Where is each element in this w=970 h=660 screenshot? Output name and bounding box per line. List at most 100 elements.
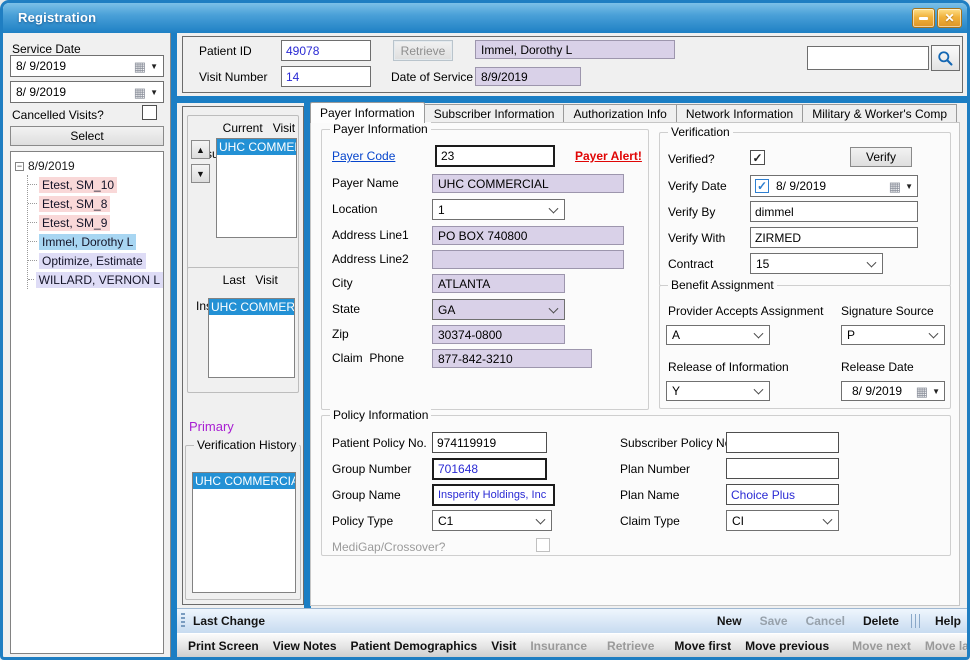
new-button[interactable]: New	[717, 614, 742, 628]
provider-accepts-assignment-select[interactable]: A	[666, 325, 770, 345]
cancel-button[interactable]: Cancel	[806, 614, 845, 628]
service-date-to-picker[interactable]: 8/ 9/2019 ▦▼	[10, 81, 164, 103]
close-button[interactable]: ✕	[937, 8, 962, 28]
tree-item[interactable]: Etest, SM_9	[39, 215, 110, 231]
verify-with-input[interactable]	[750, 227, 918, 248]
release-of-information-select[interactable]: Y	[666, 381, 770, 401]
chevron-down-icon	[929, 329, 939, 339]
verify-date-picker[interactable]: ✓ 8/ 9/2019 ▦▼	[750, 175, 918, 197]
retrieve-toolbar-button[interactable]: Retrieve	[607, 639, 654, 653]
current-insurance-item[interactable]: UHC COMMERCIAL	[217, 139, 296, 155]
tree-item[interactable]: Etest, SM_10	[39, 177, 117, 193]
benefit-assignment-group: Benefit Assignment Provider Accepts Assi…	[659, 285, 951, 409]
tree-root-row[interactable]: − 8/9/2019	[15, 157, 163, 175]
release-date-label: Release Date	[841, 360, 914, 374]
contract-select[interactable]: 15	[750, 253, 883, 274]
group-name-label: Group Name	[332, 488, 401, 502]
horizontal-divider	[177, 96, 967, 103]
retrieve-button[interactable]: Retrieve	[393, 40, 453, 61]
collapse-icon[interactable]: −	[15, 162, 24, 171]
last-change-button[interactable]: Last Change	[193, 614, 265, 628]
tree-row: Immel, Dorothy L	[28, 232, 163, 251]
move-insurance-down-button[interactable]: ▼	[191, 164, 210, 183]
signature-source-label: Signature Source	[841, 304, 934, 318]
verification-history-listbox[interactable]: UHC COMMERCIAL	[192, 472, 296, 593]
insurance-column: Current Visit Insurance ▲ ▼ UHC COMMERCI…	[182, 106, 304, 605]
zip-label: Zip	[332, 327, 349, 341]
release-date-picker[interactable]: 8/ 9/2019 ▦▼	[841, 381, 945, 401]
medigap-crossover-label: MediGap/Crossover?	[332, 540, 445, 554]
current-insurance-listbox[interactable]: UHC COMMERCIAL	[216, 138, 297, 238]
patient-demographics-button[interactable]: Patient Demographics	[351, 639, 478, 653]
last-insurance-item[interactable]: UHC COMMERCIAL	[209, 299, 294, 315]
move-first-button[interactable]: Move first	[674, 639, 731, 653]
move-insurance-up-button[interactable]: ▲	[191, 140, 210, 159]
save-button[interactable]: Save	[760, 614, 788, 628]
tab-network-information[interactable]: Network Information	[676, 104, 803, 123]
policy-type-label: Policy Type	[332, 514, 393, 528]
claim-type-select[interactable]: CI	[726, 510, 839, 531]
plan-number-input[interactable]	[726, 458, 839, 479]
last-insurance-listbox[interactable]: UHC COMMERCIAL	[208, 298, 295, 378]
tab-payer-information[interactable]: Payer Information	[310, 102, 425, 123]
patient-id-input[interactable]	[281, 40, 371, 61]
state-select[interactable]: GA	[432, 299, 565, 320]
policy-type-select[interactable]: C1	[432, 510, 552, 531]
payer-name-label: Payer Name	[332, 176, 399, 190]
cancelled-visits-checkbox[interactable]	[142, 105, 157, 120]
insurance-button[interactable]: Insurance	[530, 639, 587, 653]
print-screen-button[interactable]: Print Screen	[188, 639, 259, 653]
calendar-icon: ▦	[889, 180, 901, 193]
tree-item-selected[interactable]: Immel, Dorothy L	[39, 234, 136, 250]
service-date-from-value: 8/ 9/2019	[16, 59, 66, 73]
verification-history-item[interactable]: UHC COMMERCIAL	[193, 473, 295, 489]
tree-item[interactable]: WILLARD, VERNON L	[36, 272, 163, 288]
calendar-icon: ▦	[134, 86, 146, 99]
visit-number-input[interactable]	[281, 66, 371, 87]
tree-children: Etest, SM_10 Etest, SM_8 Etest, SM_9 Imm…	[27, 175, 163, 289]
payer-code-input[interactable]	[435, 145, 555, 167]
claim-type-value: CI	[732, 514, 744, 528]
tab-authorization-info[interactable]: Authorization Info	[563, 104, 676, 123]
grip-icon	[181, 613, 185, 629]
location-value: 1	[438, 203, 445, 217]
verify-by-input[interactable]	[750, 201, 918, 222]
search-input[interactable]	[807, 46, 929, 70]
subscriber-policy-no-input[interactable]	[726, 432, 839, 453]
view-notes-button[interactable]: View Notes	[273, 639, 337, 653]
search-button[interactable]	[931, 45, 960, 71]
subscriber-policy-no-label: Subscriber Policy No.	[620, 436, 735, 450]
visit-tree[interactable]: − 8/9/2019 Etest, SM_10 Etest, SM_8 Etes…	[10, 151, 164, 654]
verified-checkbox[interactable]: ✓	[750, 150, 765, 165]
visit-button[interactable]: Visit	[491, 639, 516, 653]
tree-item[interactable]: Optimize, Estimate	[39, 253, 146, 269]
select-button[interactable]: Select	[10, 126, 164, 146]
tab-military-workers-comp[interactable]: Military & Worker's Comp	[802, 104, 957, 123]
verification-history-caption: Verification History	[194, 438, 299, 452]
patient-policy-no-input[interactable]	[432, 432, 547, 453]
release-of-information-value: Y	[672, 384, 680, 398]
payer-code-link[interactable]: Payer Code	[332, 149, 395, 163]
provider-accepts-assignment-label: Provider Accepts Assignment	[668, 304, 823, 318]
signature-source-select[interactable]: P	[841, 325, 945, 345]
group-number-input[interactable]	[432, 458, 547, 480]
verify-date-checkbox[interactable]: ✓	[755, 179, 769, 193]
minimize-button[interactable]	[912, 8, 935, 28]
plan-name-input[interactable]	[726, 484, 839, 505]
delete-button[interactable]: Delete	[863, 614, 899, 628]
verify-button[interactable]: Verify	[850, 147, 912, 167]
help-button[interactable]: Help	[935, 614, 961, 628]
signature-source-value: P	[847, 328, 855, 342]
tree-item[interactable]: Etest, SM_8	[39, 196, 110, 212]
payer-alert-link[interactable]: Payer Alert!	[575, 149, 642, 163]
service-date-from-picker[interactable]: 8/ 9/2019 ▦▼	[10, 55, 164, 77]
medigap-crossover-checkbox[interactable]	[536, 538, 550, 552]
move-last-button[interactable]: Move last	[925, 639, 970, 653]
move-next-button[interactable]: Move next	[852, 639, 911, 653]
last-visit-insurance-group: Last Visit Insurance UHC COMMERCIAL	[187, 267, 299, 393]
location-select[interactable]: 1	[432, 199, 565, 220]
tab-subscriber-information[interactable]: Subscriber Information	[424, 104, 565, 123]
chevron-down-icon	[754, 329, 764, 339]
move-previous-button[interactable]: Move previous	[745, 639, 829, 653]
group-name-input[interactable]	[432, 484, 555, 506]
